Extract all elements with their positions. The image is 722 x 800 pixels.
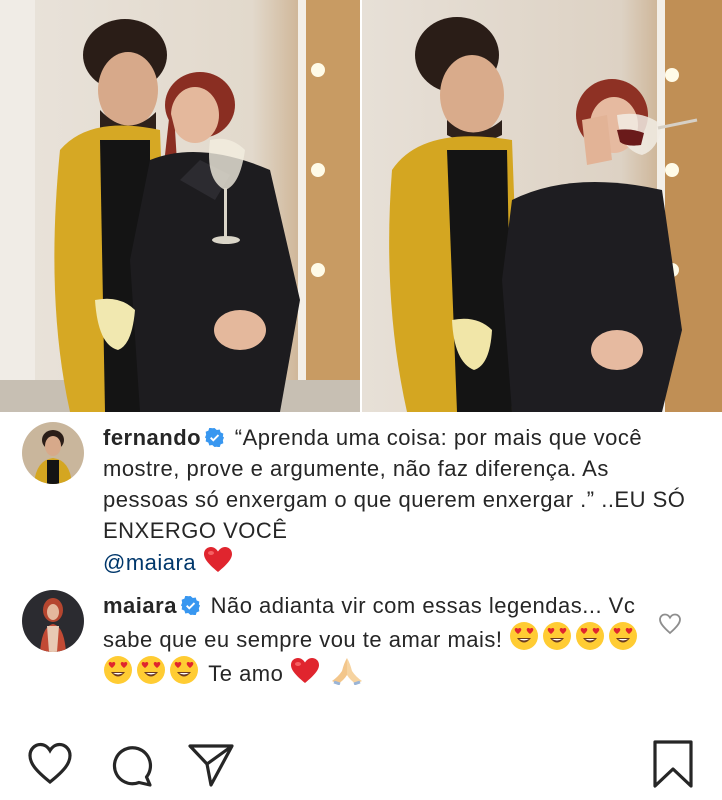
share-icon <box>188 744 234 787</box>
avatar[interactable] <box>22 422 84 484</box>
like-button[interactable] <box>25 739 75 789</box>
like-comment-icon[interactable] <box>658 612 682 636</box>
comment-icon <box>112 746 152 787</box>
heart-eyes-emoji-icon <box>510 622 539 650</box>
photo-right[interactable] <box>362 0 722 412</box>
save-button[interactable] <box>648 739 698 789</box>
post-action-bar <box>0 735 722 795</box>
comment-button[interactable] <box>108 739 158 789</box>
heart-eyes-emoji-icon <box>543 622 572 650</box>
comment-text: maiara Não adianta vir com essas legenda… <box>103 590 643 689</box>
comment-username[interactable]: fernando <box>103 425 201 450</box>
heart-eyes-emoji-icon <box>104 656 132 684</box>
photo-carousel[interactable] <box>0 0 722 412</box>
photo-left[interactable] <box>0 0 360 412</box>
heart-eyes-emoji-icon <box>576 622 605 650</box>
red-heart-icon <box>203 547 232 572</box>
heart-eyes-emoji-icon <box>137 656 165 684</box>
comment-body-end: Te amo <box>208 661 284 686</box>
share-button[interactable] <box>186 739 236 789</box>
mention-link[interactable]: @maiara <box>103 550 196 575</box>
heart-outline-icon <box>28 742 72 785</box>
avatar[interactable] <box>22 590 84 652</box>
heart-eyes-emoji-icon <box>609 622 638 650</box>
verified-badge-icon <box>180 596 200 615</box>
heart-eyes-emoji-icon <box>170 656 198 684</box>
comment-username[interactable]: maiara <box>103 593 177 618</box>
comment-text: fernando “Aprenda uma coisa: por mais qu… <box>103 422 693 578</box>
praying-hands-icon <box>331 658 362 685</box>
red-heart-icon <box>291 658 319 683</box>
verified-badge-icon <box>205 428 225 447</box>
bookmark-icon <box>653 740 693 788</box>
